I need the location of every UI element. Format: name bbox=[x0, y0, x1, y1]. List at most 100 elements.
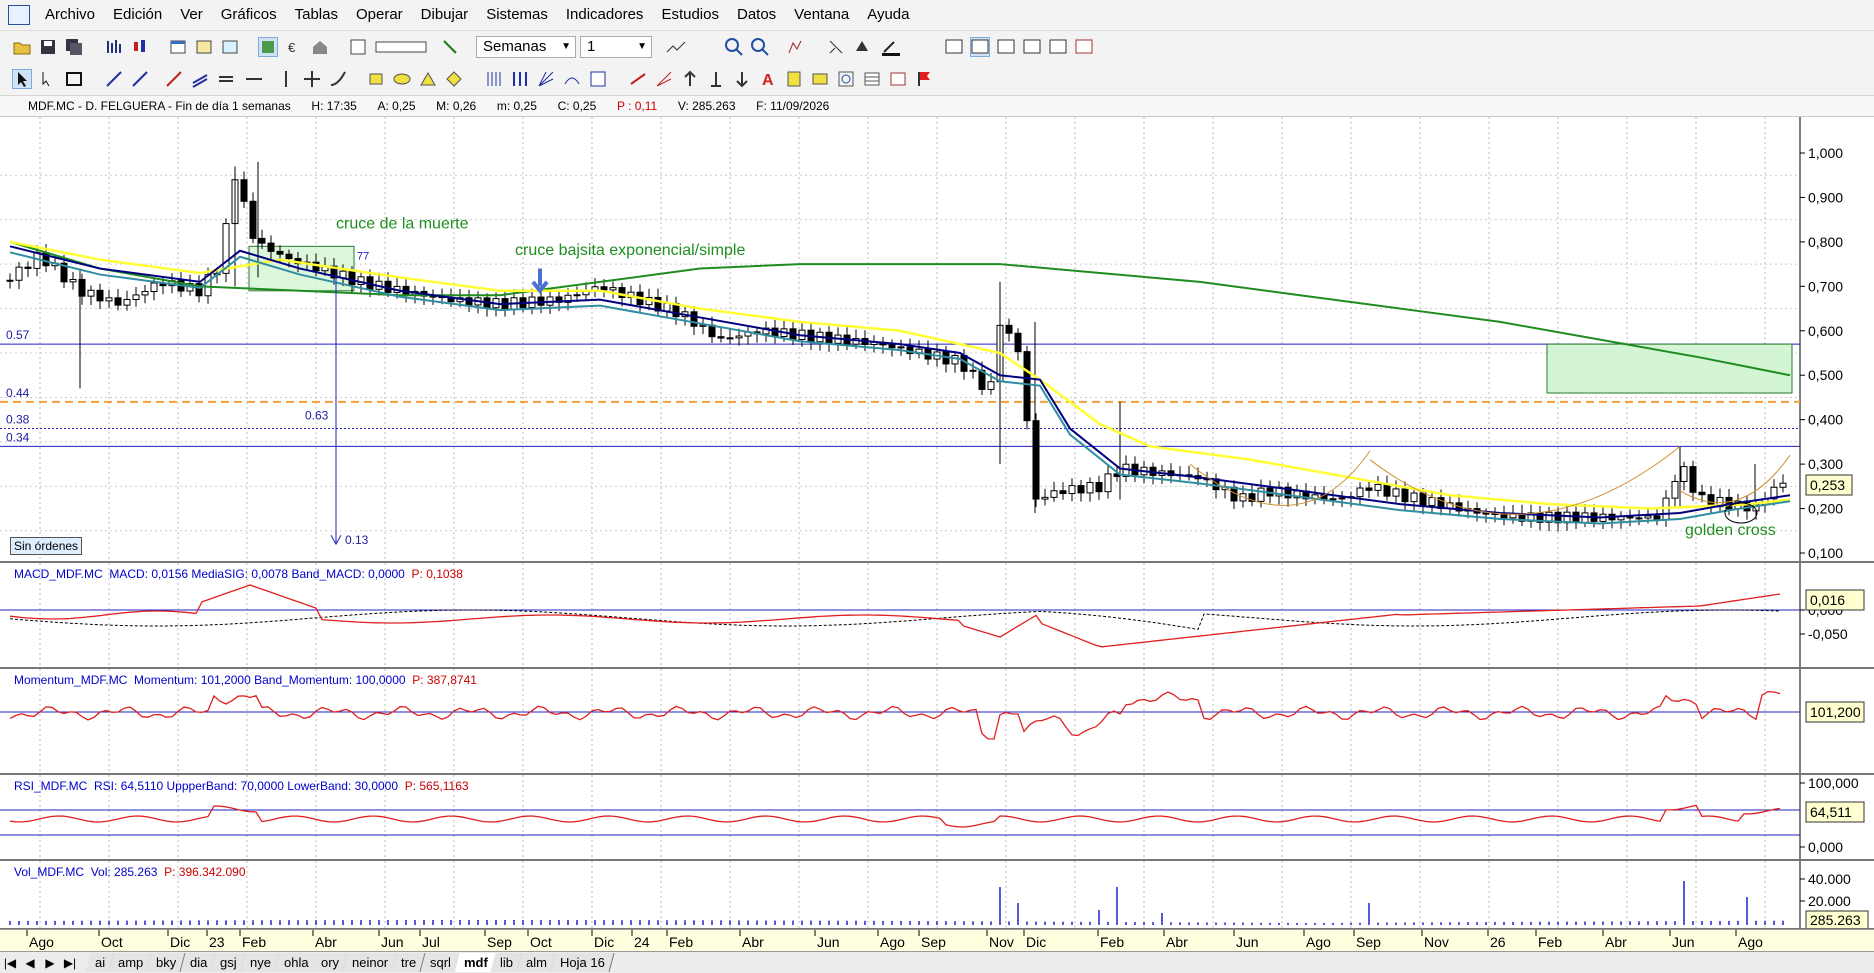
ellipse-icon[interactable] bbox=[392, 69, 412, 89]
zoom-out-icon[interactable] bbox=[724, 37, 744, 57]
indicator-icon[interactable] bbox=[786, 37, 806, 57]
flag-icon[interactable] bbox=[914, 69, 934, 89]
up-arrow-marker-icon[interactable] bbox=[680, 69, 700, 89]
rectangle-icon[interactable] bbox=[366, 69, 386, 89]
window-6-icon[interactable] bbox=[1074, 37, 1094, 57]
table-icon[interactable] bbox=[862, 69, 882, 89]
sheet-tab-label: ory bbox=[321, 955, 340, 970]
period-select[interactable]: Semanas ▼ bbox=[476, 36, 576, 58]
horizontal-line-icon[interactable] bbox=[244, 69, 264, 89]
menu-operar[interactable]: Operar bbox=[347, 0, 412, 30]
price-chart-panel[interactable]: 1,000 0,900 0,800 0,700 0,600 0,500 0,400 0,300… bbox=[0, 117, 1874, 563]
time-axis-label: Feb bbox=[1538, 934, 1562, 950]
menu-indicadores[interactable]: Indicadores bbox=[557, 0, 653, 30]
trendline-icon[interactable] bbox=[104, 69, 124, 89]
golden-cross-annotation: golden cross bbox=[1685, 522, 1776, 539]
chart-type-icon[interactable] bbox=[664, 37, 698, 57]
first-sheet-icon[interactable]: |◀ bbox=[0, 956, 20, 970]
volume-panel[interactable]: 40.000 20.000 285.263 Vol_MDF.MC Vol: 285.… bbox=[0, 861, 1874, 929]
momentum-panel[interactable]: 101,200 Momentum_MDF.MC Momentum: 101,20… bbox=[0, 669, 1874, 775]
layout-icon[interactable] bbox=[194, 37, 214, 57]
zoom-area-icon[interactable] bbox=[836, 69, 856, 89]
template-icon[interactable] bbox=[220, 37, 240, 57]
scroll-range-icon[interactable] bbox=[374, 37, 430, 57]
sheet-tab-hoja-16[interactable]: Hoja 16 bbox=[550, 953, 615, 972]
menu-sistemas[interactable]: Sistemas bbox=[477, 0, 557, 30]
window-4-icon[interactable] bbox=[1022, 37, 1042, 57]
price-chart[interactable]: 1,000 0,900 0,800 0,700 0,600 0,500 0,400 0,300… bbox=[0, 117, 1874, 561]
channel-icon[interactable] bbox=[190, 69, 210, 89]
candle bbox=[897, 346, 905, 349]
rsi-panel[interactable]: 100,000 0,000 64,511 RSI_MDF.MC RSI: 64,51… bbox=[0, 775, 1874, 861]
orders-button[interactable]: Sin órdenes bbox=[10, 537, 83, 555]
time-axis[interactable]: Ago Oct Dic 23 Feb Abr Jun Jul Sep Oct Dic 24 Feb Abr… bbox=[0, 929, 1874, 952]
save-all-icon[interactable] bbox=[64, 37, 84, 57]
save-icon[interactable] bbox=[38, 37, 58, 57]
last-sheet-icon[interactable]: ▶| bbox=[60, 956, 80, 970]
prev-sheet-icon[interactable]: ◀ bbox=[20, 956, 40, 970]
regression-icon[interactable] bbox=[588, 69, 608, 89]
menu-ver[interactable]: Ver bbox=[171, 0, 212, 30]
window-1-icon[interactable] bbox=[944, 37, 964, 57]
pen-color-icon[interactable] bbox=[880, 37, 914, 57]
sheet-tab-neinor[interactable]: neinor bbox=[342, 953, 398, 972]
menu-dibujar[interactable]: Dibujar bbox=[412, 0, 478, 30]
bar-chart-icon[interactable] bbox=[104, 37, 124, 57]
rectangle-select-icon[interactable] bbox=[64, 69, 84, 89]
window-2-icon[interactable] bbox=[970, 37, 990, 57]
candle bbox=[6, 279, 14, 282]
menu-tablas[interactable]: Tablas bbox=[286, 0, 347, 30]
candle bbox=[1032, 420, 1040, 500]
parallel-lines-icon[interactable] bbox=[216, 69, 236, 89]
menu-edicion[interactable]: Edición bbox=[104, 0, 171, 30]
cross-line-icon[interactable] bbox=[302, 69, 322, 89]
text-tool-icon[interactable]: A bbox=[758, 69, 778, 89]
gann-fan-icon[interactable] bbox=[536, 69, 556, 89]
crosshair-icon[interactable] bbox=[826, 37, 846, 57]
window-5-icon[interactable] bbox=[1048, 37, 1068, 57]
macd-panel[interactable]: 0,000-0,0500,016 MACD_MDF.MC MACD: 0,015… bbox=[0, 563, 1874, 669]
app-chart-icon[interactable] bbox=[8, 5, 30, 25]
currency-icon[interactable]: € bbox=[284, 37, 304, 57]
export-table-icon[interactable] bbox=[888, 69, 908, 89]
volume-chart[interactable]: 40.000 20.000 285.263 bbox=[0, 861, 1874, 928]
fill-icon[interactable] bbox=[852, 37, 872, 57]
cycles-icon[interactable] bbox=[510, 69, 530, 89]
next-sheet-icon[interactable]: ▶ bbox=[40, 956, 60, 970]
diamond-icon[interactable] bbox=[444, 69, 464, 89]
menu-estudios[interactable]: Estudios bbox=[652, 0, 728, 30]
menu-datos[interactable]: Datos bbox=[728, 0, 785, 30]
candle-chart-icon[interactable] bbox=[130, 37, 150, 57]
open-folder-icon[interactable] bbox=[12, 37, 32, 57]
speed-lines-icon[interactable] bbox=[654, 69, 674, 89]
home-icon[interactable] bbox=[310, 37, 330, 57]
multiplier-select[interactable]: 1 ▼ bbox=[580, 36, 652, 58]
pointer-icon[interactable] bbox=[38, 69, 58, 89]
label-icon[interactable] bbox=[784, 69, 804, 89]
candle bbox=[1068, 485, 1076, 495]
menu-ventana[interactable]: Ventana bbox=[785, 0, 858, 30]
fibonacci-icon[interactable] bbox=[484, 69, 504, 89]
ray-icon[interactable] bbox=[130, 69, 150, 89]
sell-marker-icon[interactable] bbox=[732, 69, 752, 89]
arcs-icon[interactable] bbox=[562, 69, 582, 89]
buy-marker-icon[interactable] bbox=[706, 69, 726, 89]
menu-graficos[interactable]: Gráficos bbox=[212, 0, 286, 30]
select-arrow-icon[interactable] bbox=[12, 69, 32, 89]
window-icon[interactable] bbox=[168, 37, 188, 57]
menu-archivo[interactable]: Archivo bbox=[36, 0, 104, 30]
cursor-step-icon[interactable] bbox=[440, 37, 460, 57]
properties-icon[interactable] bbox=[348, 37, 368, 57]
grid-icon[interactable] bbox=[258, 37, 278, 57]
curve-icon[interactable] bbox=[328, 69, 348, 89]
note-icon[interactable] bbox=[810, 69, 830, 89]
extended-line-icon[interactable] bbox=[164, 69, 184, 89]
window-3-icon[interactable] bbox=[996, 37, 1016, 57]
menu-ayuda[interactable]: Ayuda bbox=[858, 0, 918, 30]
zoom-in-icon[interactable] bbox=[750, 37, 770, 57]
time-axis-label: 24 bbox=[634, 934, 650, 950]
triangle-icon[interactable] bbox=[418, 69, 438, 89]
candle bbox=[141, 291, 149, 296]
vertical-line-icon[interactable] bbox=[276, 69, 296, 89]
arrow-line-icon[interactable] bbox=[628, 69, 648, 89]
